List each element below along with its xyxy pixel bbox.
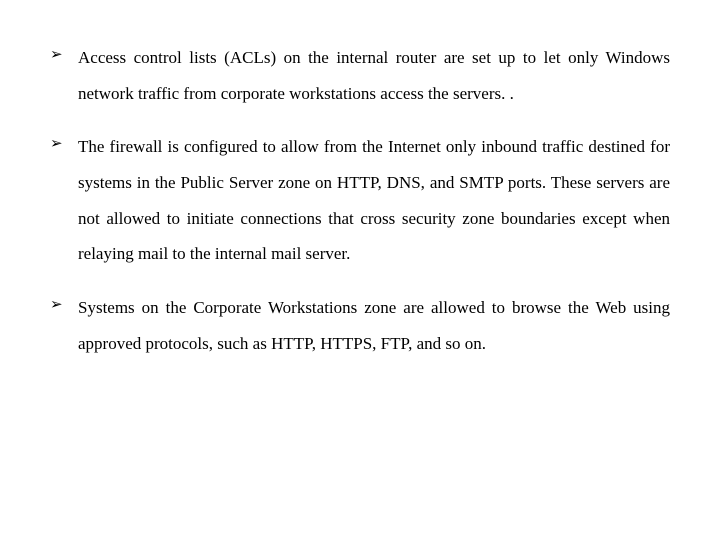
arrow-bullet-icon: ➢ — [50, 290, 63, 322]
list-item: ➢ Systems on the Corporate Workstations … — [50, 290, 670, 361]
arrow-bullet-icon: ➢ — [50, 129, 63, 161]
list-item: ➢ Access control lists (ACLs) on the int… — [50, 40, 670, 111]
bullet-list: ➢ Access control lists (ACLs) on the int… — [50, 40, 670, 362]
bullet-text: Systems on the Corporate Workstations zo… — [78, 298, 670, 353]
arrow-bullet-icon: ➢ — [50, 40, 63, 72]
list-item: ➢ The firewall is configured to allow fr… — [50, 129, 670, 272]
bullet-text: Access control lists (ACLs) on the inter… — [78, 48, 670, 103]
bullet-text: The firewall is configured to allow from… — [78, 137, 670, 263]
